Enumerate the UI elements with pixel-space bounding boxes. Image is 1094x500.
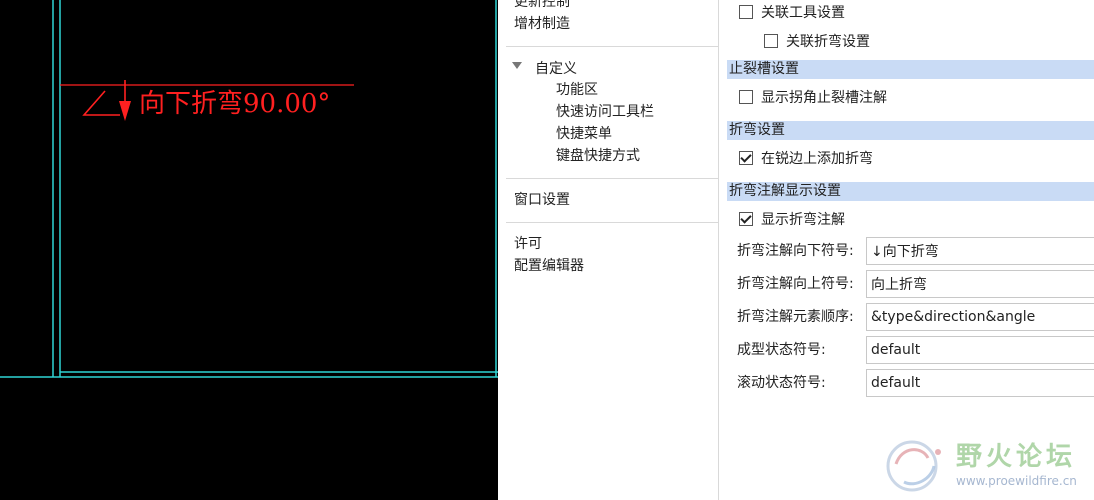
- nav-item-additive-manufacturing[interactable]: 增材制造: [514, 14, 570, 34]
- checkbox-row-corner-relief-note[interactable]: 显示拐角止裂槽注解: [739, 88, 887, 108]
- watermark-title: 野火论坛: [956, 442, 1077, 472]
- forum-watermark: 野火论坛 www.proewildfire.cn: [880, 432, 1094, 500]
- section-header-bend: 折弯设置: [727, 121, 1094, 140]
- section-header-relief: 止裂槽设置: [727, 60, 1094, 79]
- bend-annotation-text: 向下折弯90.00°: [139, 89, 330, 119]
- note-element-order-input[interactable]: [866, 303, 1094, 331]
- checkbox-row-show-bend-note[interactable]: 显示折弯注解: [739, 210, 845, 230]
- field-label-formed-state-symbol: 成型状态符号:: [737, 342, 826, 358]
- nav-item-update-control[interactable]: 更新控制: [514, 0, 570, 12]
- nav-item-ribbon[interactable]: 功能区: [556, 80, 598, 100]
- nav-item-shortcut-menus[interactable]: 快捷菜单: [556, 124, 612, 144]
- checkbox[interactable]: [764, 34, 778, 48]
- watermark-url: www.proewildfire.cn: [956, 474, 1077, 488]
- nav-divider: [506, 222, 718, 223]
- options-nav-tree: 更新控制 增材制造 自定义 功能区 快速访问工具栏 快捷菜单 键盘快捷方式 窗口…: [506, 0, 719, 500]
- nav-item-keyboard-shortcuts[interactable]: 键盘快捷方式: [556, 146, 640, 166]
- nav-divider: [506, 178, 718, 179]
- checkbox-row-bend-on-sharp-edge[interactable]: 在锐边上添加折弯: [739, 149, 873, 169]
- bend-up-symbol-input[interactable]: [866, 270, 1094, 298]
- nav-item-config-editor[interactable]: 配置编辑器: [514, 256, 584, 276]
- nav-divider: [506, 46, 718, 47]
- checkbox-label: 显示折弯注解: [761, 212, 845, 228]
- field-label-bend-up-symbol: 折弯注解向上符号:: [737, 276, 854, 292]
- checkbox-label: 关联折弯设置: [786, 34, 870, 50]
- angle-symbol-icon: [82, 90, 120, 116]
- watermark-logo-icon: [886, 440, 941, 492]
- rolled-state-symbol-input[interactable]: [866, 369, 1094, 397]
- nav-item-customize[interactable]: 自定义: [535, 59, 577, 79]
- checkbox-row-associate-tool[interactable]: 关联工具设置: [739, 3, 845, 23]
- checkbox-row-associate-bend[interactable]: 关联折弯设置: [764, 32, 870, 52]
- bend-annotation[interactable]: 向下折弯90.00°: [60, 80, 354, 121]
- bend-down-symbol-input[interactable]: [866, 237, 1094, 265]
- checkbox[interactable]: [739, 5, 753, 19]
- sheetmetal-settings-panel: 关联工具设置 关联折弯设置 止裂槽设置 显示拐角止裂槽注解 折弯设置 在锐边上添…: [719, 0, 1094, 500]
- checkbox[interactable]: [739, 151, 753, 165]
- cad-viewport[interactable]: 向下折弯90.00°: [0, 0, 498, 500]
- nav-item-window-settings[interactable]: 窗口设置: [514, 190, 570, 210]
- checkbox[interactable]: [739, 212, 753, 226]
- checkbox-label: 在锐边上添加折弯: [761, 151, 873, 167]
- checkbox-label: 关联工具设置: [761, 5, 845, 21]
- drawing-canvas: 向下折弯90.00°: [0, 0, 498, 378]
- field-label-bend-down-symbol: 折弯注解向下符号:: [737, 243, 854, 259]
- field-label-note-element-order: 折弯注解元素顺序:: [737, 309, 854, 325]
- section-header-bend-note-display: 折弯注解显示设置: [727, 182, 1094, 201]
- nav-item-license[interactable]: 许可: [514, 234, 542, 254]
- formed-state-symbol-input[interactable]: [866, 336, 1094, 364]
- expand-triangle-icon[interactable]: [512, 62, 522, 69]
- checkbox-label: 显示拐角止裂槽注解: [761, 90, 887, 106]
- nav-item-quick-access-toolbar[interactable]: 快速访问工具栏: [556, 102, 654, 122]
- checkbox[interactable]: [739, 90, 753, 104]
- splitter[interactable]: [498, 0, 506, 500]
- down-arrow-icon: [119, 101, 131, 121]
- field-label-rolled-state-symbol: 滚动状态符号:: [737, 375, 826, 391]
